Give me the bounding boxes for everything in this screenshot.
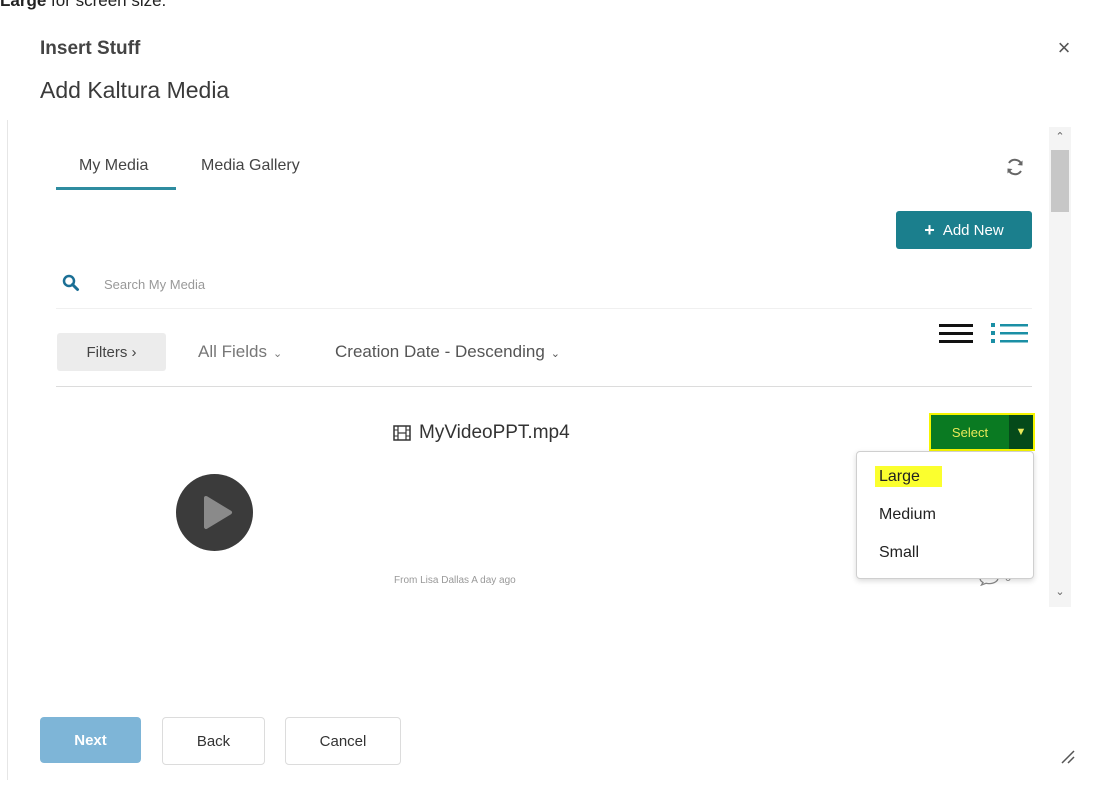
select-button-group: Select ▼ [929,413,1035,451]
filters-button[interactable]: Filters › [57,333,166,371]
list-view-icon[interactable] [939,320,973,346]
next-button[interactable]: Next [40,717,141,763]
caption-rest: for screen size. [46,0,167,10]
search-divider [56,308,1032,309]
select-button[interactable]: Select [931,415,1009,449]
sort-dropdown[interactable]: Creation Date - Descending ⌄ [335,342,560,362]
menu-item-small[interactable]: Small [879,544,919,562]
detailed-view-icon[interactable] [990,320,1028,346]
fields-dropdown[interactable]: All Fields ⌄ [198,342,282,362]
refresh-icon[interactable] [1003,155,1027,179]
menu-item-large[interactable]: Large [875,466,942,487]
dialog-heading: Insert Stuff [40,38,141,59]
sort-dropdown-label: Creation Date - Descending [335,342,545,361]
chevron-down-icon: ▼ [1015,426,1027,438]
size-menu: Large Medium Small [856,451,1034,579]
scroll-down-icon[interactable]: ⌄ [1049,585,1071,598]
video-thumbnail[interactable] [176,474,253,551]
tab-media-gallery[interactable]: Media Gallery [201,157,300,175]
back-button[interactable]: Back [162,717,265,765]
search-input[interactable] [104,274,504,294]
resize-handle-icon[interactable] [1059,748,1075,764]
play-icon [204,496,232,529]
scroll-up-icon[interactable]: ⌃ [1049,130,1071,143]
dialog-title: Add Kaltura Media [40,77,230,103]
active-tab-indicator [56,187,176,190]
page-caption: Large for screen size. [0,0,166,11]
menu-item-large-label: Large [875,466,942,487]
page-edge [7,120,8,780]
film-icon [393,425,411,441]
chevron-down-icon: ⌄ [272,348,283,360]
add-new-button[interactable]: + Add New [896,211,1032,249]
search-icon [62,274,79,291]
scrollbar-thumb[interactable] [1051,150,1069,212]
cancel-button[interactable]: Cancel [285,717,401,765]
plus-icon: + [924,219,935,240]
add-new-label: Add New [942,221,1004,239]
results-divider [56,386,1032,387]
caption-bold: Large [0,0,47,10]
chevron-down-icon: ⌄ [550,348,560,360]
select-dropdown-toggle[interactable]: ▼ [1009,415,1033,449]
fields-dropdown-label: All Fields [198,342,267,361]
close-icon[interactable]: × [1054,37,1074,59]
media-meta: From Lisa Dallas A day ago [394,575,516,586]
media-title-label: MyVideoPPT.mp4 [419,422,570,443]
tab-my-media[interactable]: My Media [79,157,148,175]
media-title[interactable]: MyVideoPPT.mp4 [393,422,570,444]
menu-item-medium[interactable]: Medium [879,506,936,524]
